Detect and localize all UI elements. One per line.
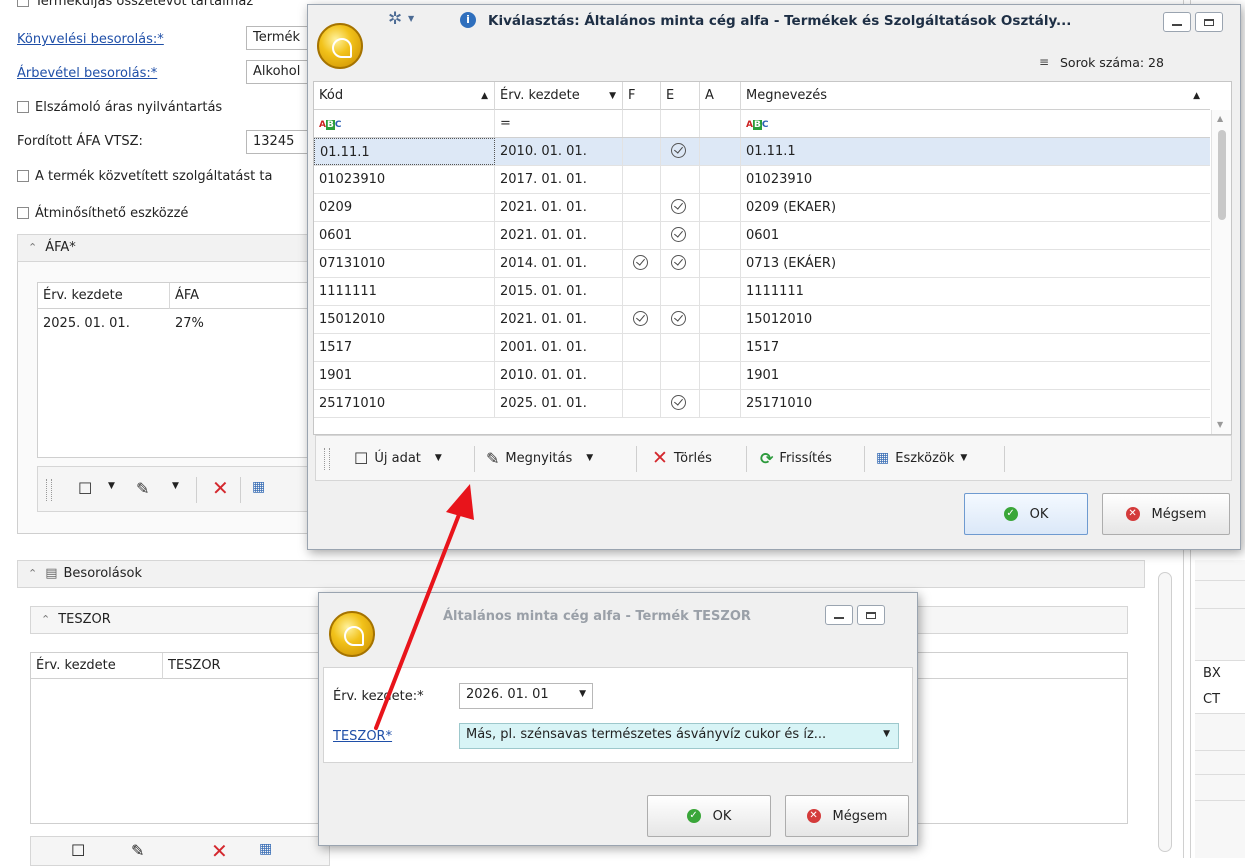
annotation-arrow bbox=[374, 484, 474, 730]
